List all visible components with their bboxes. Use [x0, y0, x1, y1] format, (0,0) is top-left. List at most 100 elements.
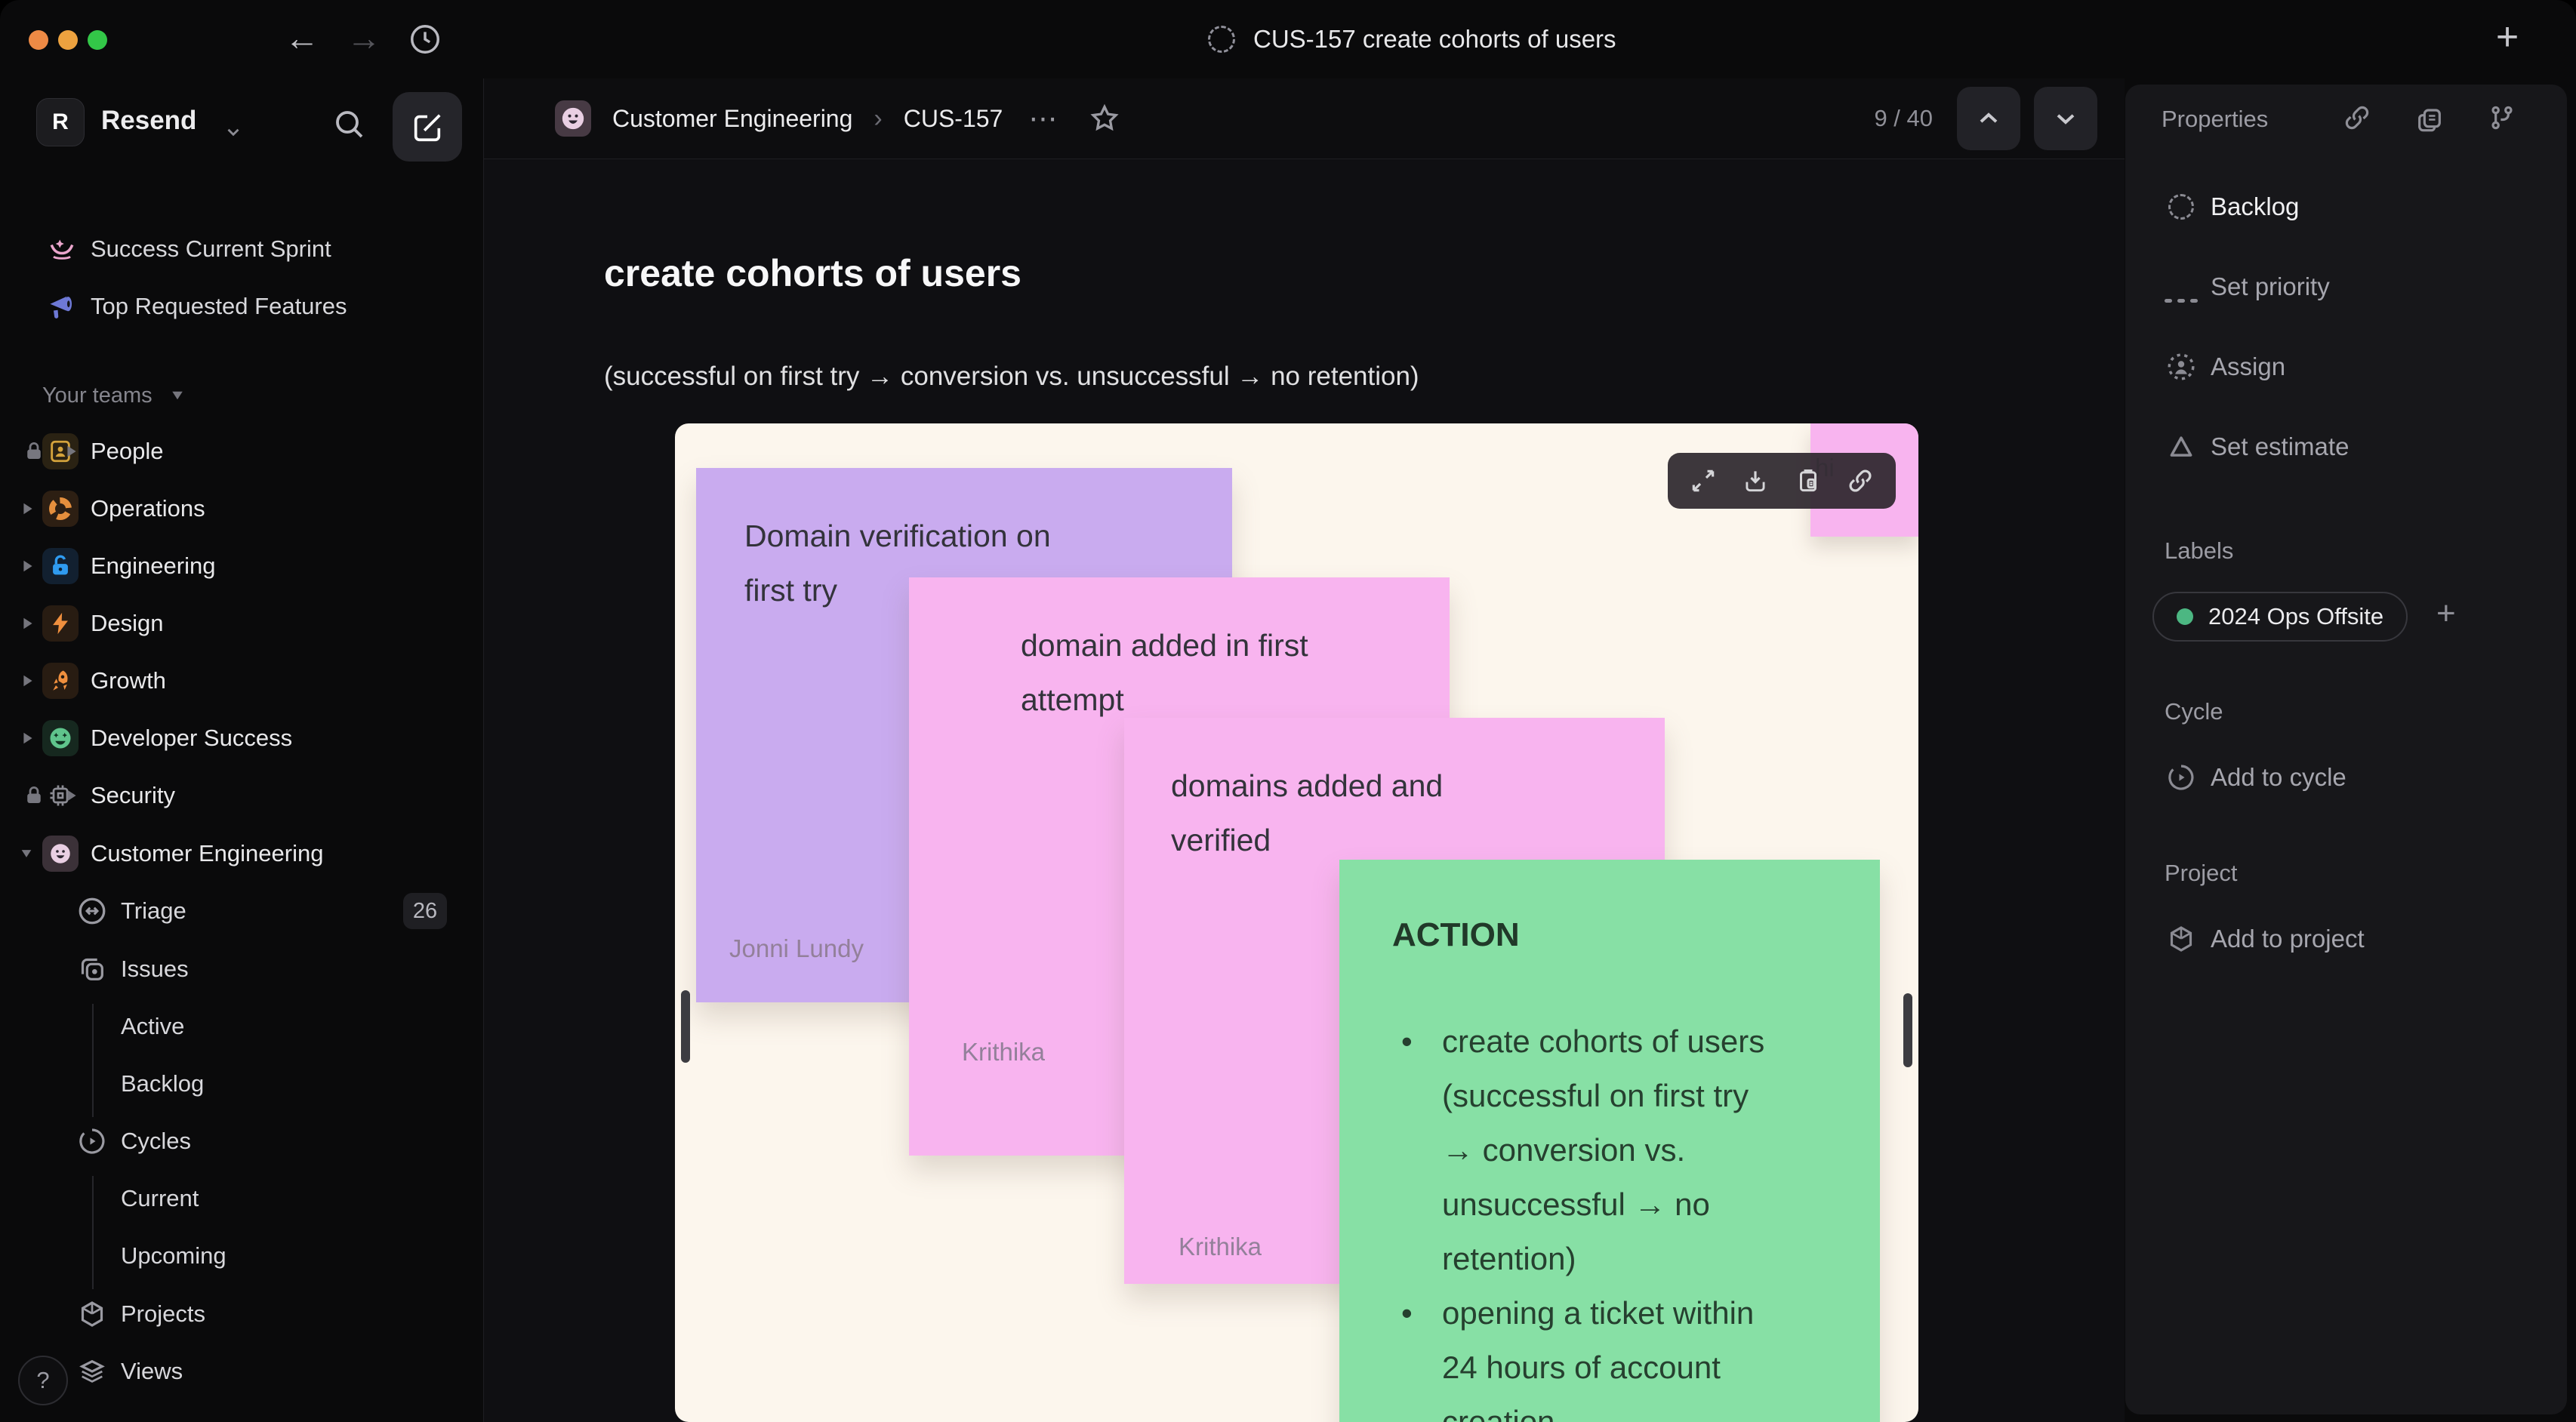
team-label: Design [91, 610, 164, 636]
expand-icon[interactable] [23, 560, 32, 572]
sidebar-item-label: Top Requested Features [91, 293, 347, 319]
priority-row[interactable]: Set priority [2125, 260, 2567, 314]
expand-icon[interactable] [67, 789, 76, 802]
properties-panel: Properties Backlog Set priority Assign S… [2125, 85, 2567, 1414]
issue-position: 9 / 40 [1874, 105, 1933, 131]
breadcrumb-team[interactable]: Customer Engineering [612, 105, 852, 133]
unlock-icon [42, 548, 79, 584]
sidebar-team-engineering[interactable]: Engineering [0, 542, 483, 590]
expand-icon[interactable] [23, 732, 32, 744]
sidebar-item-active[interactable]: Active [0, 1002, 483, 1051]
favorite-star-icon[interactable] [1088, 102, 1121, 135]
sidebar-team-operations[interactable]: Operations [0, 485, 483, 533]
label-pill[interactable]: 2024 Ops Offsite [2152, 592, 2408, 642]
team-smiley-icon [555, 100, 591, 137]
new-tab-button[interactable]: + [2473, 0, 2541, 78]
next-issue-button[interactable] [2034, 87, 2097, 150]
chevron-down-icon [171, 391, 183, 400]
expand-icon[interactable] [67, 445, 76, 457]
expand-image-icon[interactable] [1689, 466, 1718, 495]
priority-value: Set priority [2211, 272, 2330, 300]
maximize-window-button[interactable] [88, 30, 107, 50]
your-teams-header[interactable]: Your teams [0, 371, 483, 420]
tree-label: Active [121, 1013, 185, 1039]
sidebar-item-upcoming[interactable]: Upcoming [0, 1232, 483, 1280]
new-issue-button[interactable] [393, 92, 462, 162]
sidebar-item-projects[interactable]: Projects [0, 1290, 483, 1338]
download-icon[interactable] [1741, 466, 1770, 495]
add-to-project-row[interactable]: Add to project [2125, 912, 2567, 966]
breadcrumb-issue-id[interactable]: CUS-157 [904, 105, 1003, 133]
project-header: Project [2165, 860, 2238, 886]
add-to-cycle-label: Add to cycle [2211, 763, 2346, 791]
expand-icon[interactable] [23, 675, 32, 687]
megaphone-icon [44, 288, 80, 325]
image-resize-handle-right[interactable] [1903, 993, 1912, 1067]
sidebar-item-triage[interactable]: Triage 26 [0, 887, 483, 935]
cycle-header: Cycle [2165, 698, 2223, 725]
sidebar-team-growth[interactable]: Growth [0, 657, 483, 705]
note-text: domain added in first attempt [1021, 628, 1308, 717]
collapse-icon[interactable] [21, 850, 32, 857]
sidebar-item-backlog[interactable]: Backlog [0, 1060, 483, 1108]
expand-icon[interactable] [23, 617, 32, 629]
tree-label: Cycles [121, 1128, 192, 1154]
sidebar-team-customer-engineering[interactable]: Customer Engineering [0, 830, 483, 878]
add-to-cycle-row[interactable]: Add to cycle [2125, 750, 2567, 805]
assignee-row[interactable]: Assign [2125, 340, 2567, 394]
close-window-button[interactable] [29, 30, 48, 50]
traffic-lights [29, 30, 107, 50]
sidebar-team-developer-success[interactable]: Developer Success [0, 714, 483, 762]
sparkle-face-icon [44, 231, 80, 267]
label-color-dot [2177, 608, 2193, 625]
estimate-row[interactable]: Set estimate [2125, 420, 2567, 474]
titlebar: ← → CUS-157 create cohorts of users + [0, 0, 2576, 78]
estimate-icon [2165, 430, 2198, 463]
more-actions-icon[interactable]: ⋯ [1028, 102, 1059, 136]
priority-icon [2165, 284, 2198, 317]
backlog-status-icon [2165, 190, 2198, 223]
sidebar-item-top-requested-features[interactable]: Top Requested Features [0, 282, 483, 331]
image-resize-handle-left[interactable] [681, 990, 690, 1063]
sidebar: R Resend Success Current Sprint Top Requ… [0, 78, 484, 1422]
git-branch-icon[interactable] [2487, 103, 2517, 133]
rocket-icon [42, 663, 79, 699]
tree-label: Projects [121, 1300, 205, 1327]
note-title: ACTION [1392, 916, 1520, 953]
sidebar-item-current[interactable]: Current [0, 1174, 483, 1223]
sidebar-item-cycles[interactable]: Cycles [0, 1117, 483, 1165]
previous-issue-button[interactable] [1957, 87, 2020, 150]
status-row[interactable]: Backlog [2125, 180, 2567, 234]
minimize-window-button[interactable] [58, 30, 78, 50]
sidebar-team-people[interactable]: People [0, 427, 483, 476]
search-icon[interactable] [331, 106, 367, 142]
forward-button[interactable]: → [341, 0, 387, 78]
sidebar-item-issues[interactable]: Issues [0, 945, 483, 993]
help-button[interactable]: ? [18, 1356, 68, 1405]
add-to-project-label: Add to project [2211, 925, 2365, 953]
copy-link-icon[interactable] [1846, 466, 1875, 495]
whiteboard-image[interactable]: Domain verification on first try Jonni L… [675, 423, 1918, 1422]
assignee-icon [2165, 350, 2198, 383]
back-button[interactable]: ← [279, 0, 325, 78]
section-label: Your teams [42, 383, 153, 408]
sidebar-team-security[interactable]: Security [0, 771, 483, 820]
workspace-name: Resend [101, 106, 197, 135]
issue-subtitle[interactable]: (successful on first try → conversion vs… [604, 362, 1419, 392]
sidebar-item-success-current-sprint[interactable]: Success Current Sprint [0, 225, 483, 273]
copy-to-clipboard-icon[interactable] [1794, 466, 1823, 495]
recent-issues-icon[interactable] [408, 22, 442, 57]
expand-icon[interactable] [23, 503, 32, 515]
tree-label: Upcoming [121, 1242, 226, 1269]
lightning-icon [42, 605, 79, 642]
workspace-switcher[interactable]: R Resend [0, 92, 483, 168]
issue-title[interactable]: create cohorts of users [604, 251, 1021, 295]
sidebar-item-views[interactable]: Views [0, 1347, 483, 1396]
layers-icon [75, 1355, 109, 1388]
duplicate-icon[interactable] [2414, 103, 2445, 133]
sidebar-team-design[interactable]: Design [0, 599, 483, 648]
copy-link-icon[interactable] [2342, 103, 2372, 133]
sticky-note-green: ACTION create cohorts of users (successf… [1339, 860, 1880, 1422]
note-text: domains added and verified [1171, 768, 1444, 857]
add-label-button[interactable]: + [2436, 595, 2456, 633]
